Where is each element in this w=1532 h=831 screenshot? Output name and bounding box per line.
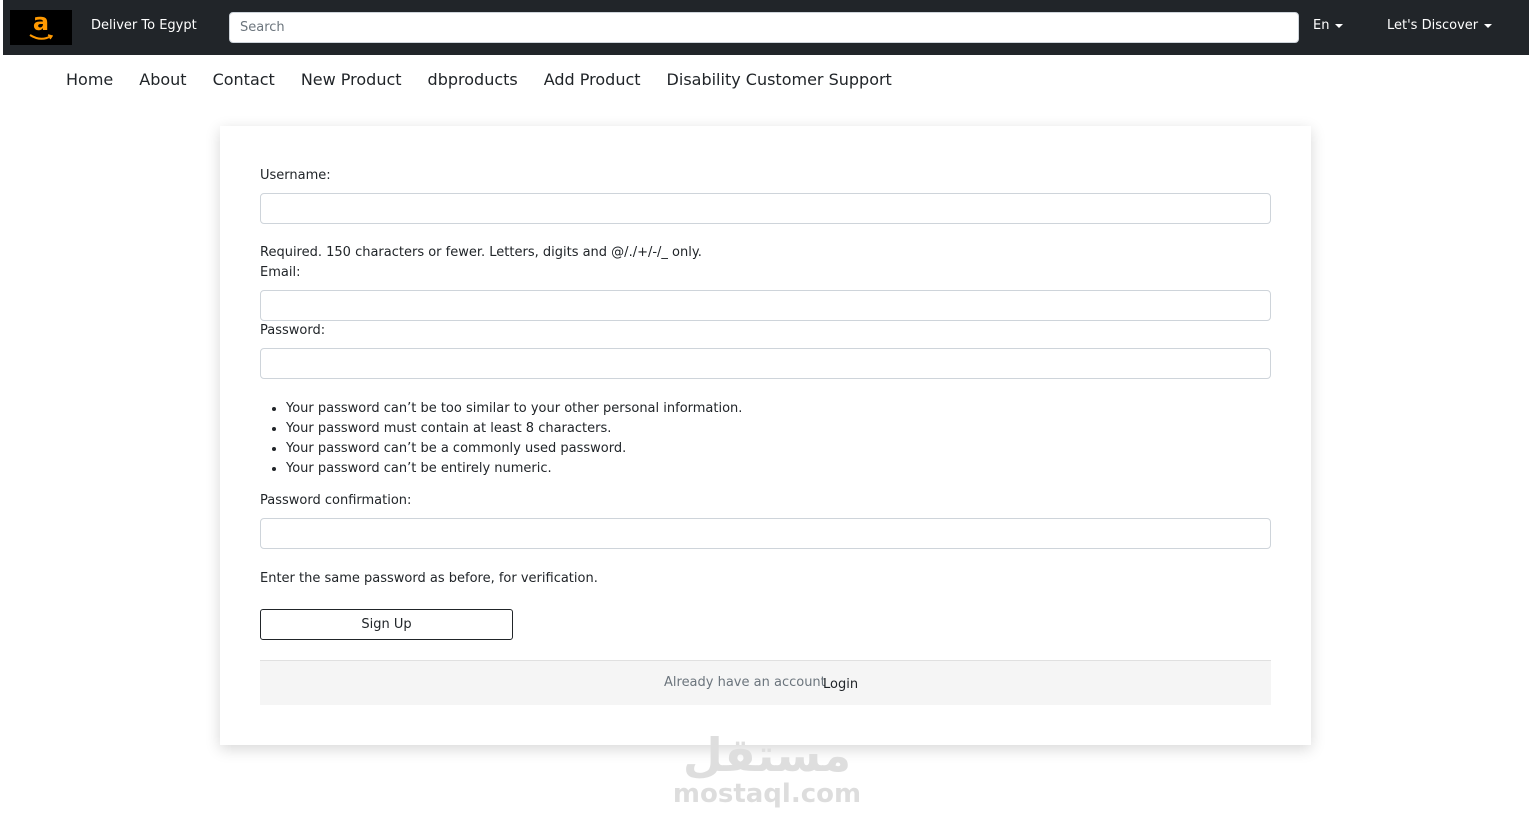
- caret-down-icon: [1335, 23, 1344, 28]
- deliver-to-link[interactable]: Deliver To Egypt: [91, 18, 197, 33]
- search-input[interactable]: [229, 12, 1299, 43]
- smile-arrow-icon: [29, 34, 53, 40]
- main-nav: Home About Contact New Product dbproduct…: [66, 70, 918, 94]
- nav-contact[interactable]: Contact: [213, 70, 275, 94]
- email-label: Email:: [260, 265, 301, 280]
- username-label: Username:: [260, 168, 331, 183]
- sign-up-button[interactable]: Sign Up: [260, 609, 513, 640]
- confirm-password-help: Enter the same password as before, for v…: [260, 571, 598, 586]
- nav-about[interactable]: About: [139, 70, 186, 94]
- email-field[interactable]: [260, 290, 1271, 321]
- amazon-logo[interactable]: a: [10, 8, 72, 45]
- username-field[interactable]: [260, 193, 1271, 224]
- discover-dropdown[interactable]: Let's Discover: [1387, 18, 1493, 33]
- logo-letter: a: [32, 8, 50, 36]
- top-navbar: a Deliver To Egypt En Let's Discover: [3, 0, 1529, 55]
- login-prompt: Already have an account Login: [260, 660, 1271, 705]
- nav-disability-support[interactable]: Disability Customer Support: [667, 70, 892, 94]
- password-rule: Your password can’t be entirely numeric.: [286, 459, 742, 479]
- discover-label: Let's Discover: [1387, 18, 1479, 33]
- password-field[interactable]: [260, 348, 1271, 379]
- page: a Deliver To Egypt En Let's Discover Hom…: [0, 0, 1532, 831]
- watermark-arabic: مستقل: [682, 728, 852, 782]
- confirm-password-label: Password confirmation:: [260, 493, 412, 508]
- nav-dbproducts[interactable]: dbproducts: [428, 70, 518, 94]
- username-help: Required. 150 characters or fewer. Lette…: [260, 245, 702, 260]
- language-dropdown[interactable]: En: [1313, 18, 1344, 33]
- already-account-text: Already have an account: [664, 675, 826, 690]
- nav-new-product[interactable]: New Product: [301, 70, 402, 94]
- password-rules: Your password can’t be too similar to yo…: [260, 399, 742, 479]
- signup-card: Username: Required. 150 characters or fe…: [220, 126, 1311, 745]
- nav-home[interactable]: Home: [66, 70, 113, 94]
- watermark-site: mostaql.com: [672, 779, 862, 809]
- language-label: En: [1313, 18, 1330, 33]
- mostaql-watermark: مستقل mostaql.com: [672, 725, 862, 815]
- confirm-password-field[interactable]: [260, 518, 1271, 549]
- password-rule: Your password must contain at least 8 ch…: [286, 419, 742, 439]
- password-rule: Your password can’t be a commonly used p…: [286, 439, 742, 459]
- nav-add-product[interactable]: Add Product: [544, 70, 641, 94]
- password-rule: Your password can’t be too similar to yo…: [286, 399, 742, 419]
- password-label: Password:: [260, 323, 326, 338]
- caret-down-icon: [1484, 23, 1493, 28]
- login-link[interactable]: Login: [823, 677, 858, 692]
